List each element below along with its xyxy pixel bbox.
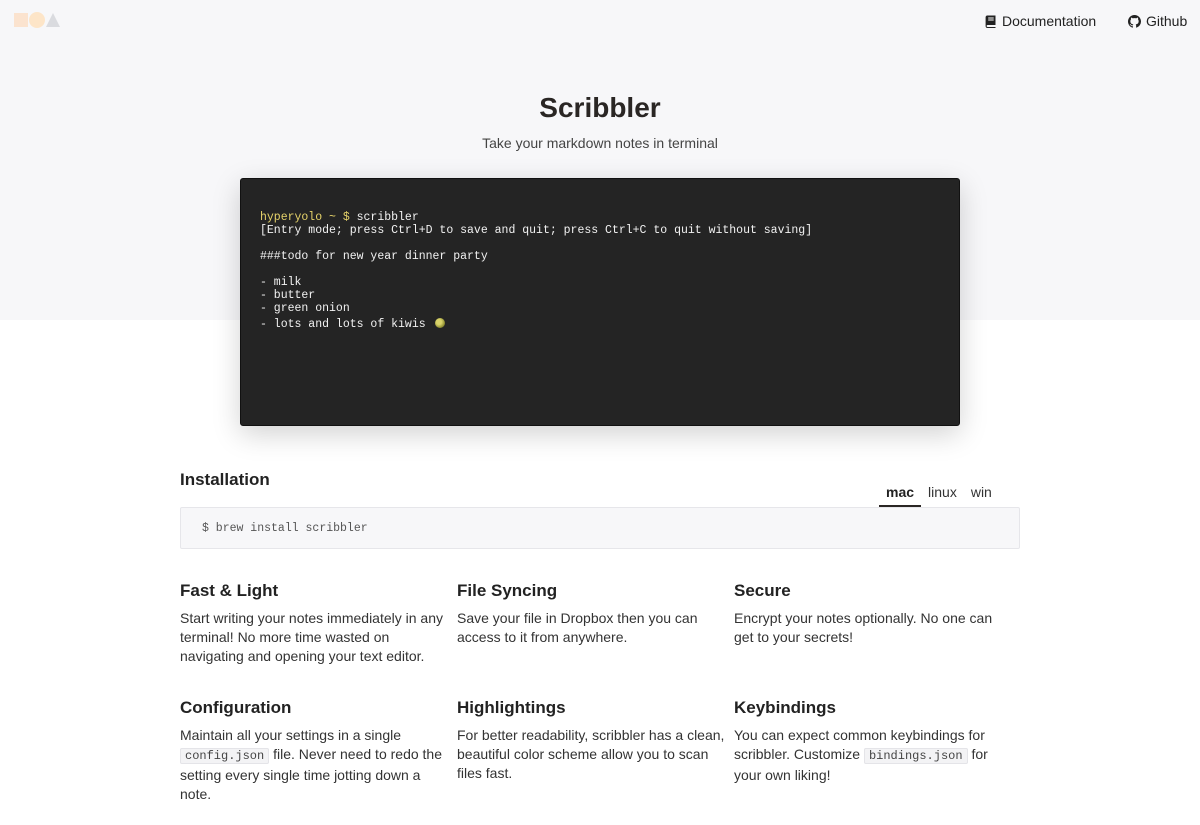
feature-file-syncing: File Syncing Save your file in Dropbox t… [457,581,727,647]
terminal-demo: hyperyolo ~ $ scribbler [Entry mode; pre… [240,178,960,426]
feature-secure: Secure Encrypt your notes optionally. No… [734,581,1004,647]
bindings-json-code: bindings.json [863,748,968,764]
terminal-mode-line: [Entry mode; press Ctrl+D to save and qu… [260,224,813,237]
os-tabs: mac linux win [879,480,999,507]
logo-circle-shape [29,12,45,28]
feature-text-part: Maintain all your settings in a single [180,727,402,743]
documentation-label: Documentation [1002,13,1097,29]
kiwi-icon [434,318,445,328]
book-icon [985,15,997,28]
github-link[interactable]: Github [1128,13,1187,29]
feature-title: File Syncing [457,581,558,600]
config-json-code: config.json [180,748,270,764]
feature-title: Fast & Light [180,581,279,600]
feature-highlightings: Highlightings For better readability, sc… [457,698,727,783]
feature-configuration: Configuration Maintain all your settings… [180,698,450,804]
terminal-prompt: hyperyolo ~ $ [260,211,350,224]
github-label: Github [1146,13,1188,29]
logo-triangle-shape [46,13,60,27]
terminal-list-item-row: - lots and lots of kiwis [260,318,940,331]
terminal-list-item: - milk [260,276,302,289]
installation-heading: Installation [180,470,270,489]
install-command-box[interactable]: $ brew install scribbler [180,507,1020,549]
feature-title: Secure [734,581,791,600]
tab-mac[interactable]: mac [879,480,922,507]
feature-description: Save your file in Dropbox then you can a… [457,610,698,645]
documentation-link[interactable]: Documentation [985,13,1096,29]
terminal-command-line: hyperyolo ~ $ scribbler [260,211,940,224]
feature-description: Start writing your notes immediately in … [180,610,443,664]
logo-square-shape [14,13,28,27]
feature-description: You can expect common keybindings for sc… [734,726,1004,785]
tab-linux[interactable]: linux [921,480,964,507]
feature-fast-light: Fast & Light Start writing your notes im… [180,581,450,666]
feature-title: Configuration [180,698,292,717]
tab-win[interactable]: win [964,480,999,507]
feature-description: For better readability, scribbler has a … [457,727,725,781]
page-title: Scribbler [539,92,661,123]
feature-title: Keybindings [734,698,837,717]
feature-title: Highlightings [457,698,566,717]
feature-keybindings: Keybindings You can expect common keybin… [734,698,1004,785]
feature-description: Encrypt your notes optionally. No one ca… [734,610,993,645]
top-navbar: Documentation Github [0,0,1200,42]
feature-description: Maintain all your settings in a single c… [180,726,450,804]
terminal-list-item: - butter [260,289,316,302]
terminal-command: scribbler [349,211,419,224]
logo[interactable] [14,12,64,28]
terminal-heading-line: ###todo for new year dinner party [260,250,488,263]
terminal-list-item: - lots and lots of kiwis [260,318,426,331]
terminal-list-item: - green onion [260,302,350,315]
github-icon [1128,14,1141,28]
page-subtitle: Take your markdown notes in terminal [482,135,718,151]
